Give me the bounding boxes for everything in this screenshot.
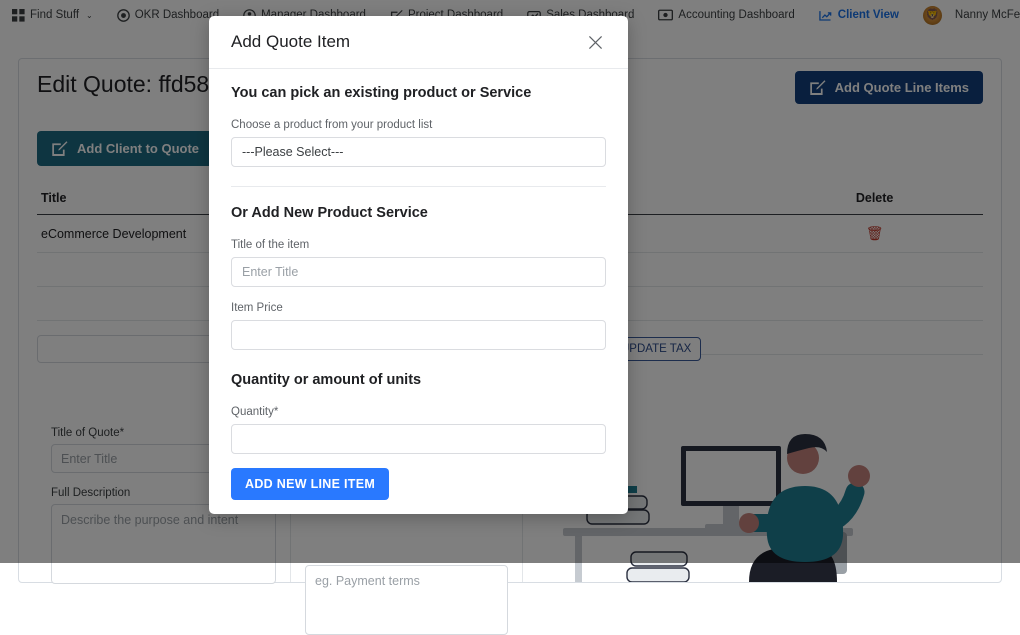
- modal-title: Add Quote Item: [231, 32, 350, 52]
- new-product-heading: Or Add New Product Service: [231, 205, 606, 221]
- item-price-input[interactable]: [231, 320, 606, 350]
- add-quote-item-modal: Add Quote Item You can pick an existing …: [209, 16, 628, 514]
- add-new-line-item-button[interactable]: ADD NEW LINE ITEM: [231, 468, 389, 500]
- product-select[interactable]: ---Please Select---: [231, 137, 606, 167]
- section-gap: [231, 350, 606, 372]
- quantity-input[interactable]: [231, 424, 606, 454]
- modal-body: You can pick an existing product or Serv…: [209, 69, 628, 514]
- existing-product-heading: You can pick an existing product or Serv…: [231, 85, 606, 101]
- quantity-heading: Quantity or amount of units: [231, 372, 606, 388]
- item-price-label: Item Price: [231, 302, 606, 314]
- field-gap: [231, 287, 606, 302]
- payment-terms-textarea[interactable]: eg. Payment terms: [305, 565, 508, 635]
- modal-header: Add Quote Item: [209, 16, 628, 69]
- close-icon[interactable]: [584, 31, 606, 53]
- item-title-label: Title of the item: [231, 239, 606, 251]
- quantity-label: Quantity*: [231, 406, 606, 418]
- product-select-label: Choose a product from your product list: [231, 119, 606, 131]
- item-title-input[interactable]: Enter Title: [231, 257, 606, 287]
- section-divider: [231, 186, 606, 187]
